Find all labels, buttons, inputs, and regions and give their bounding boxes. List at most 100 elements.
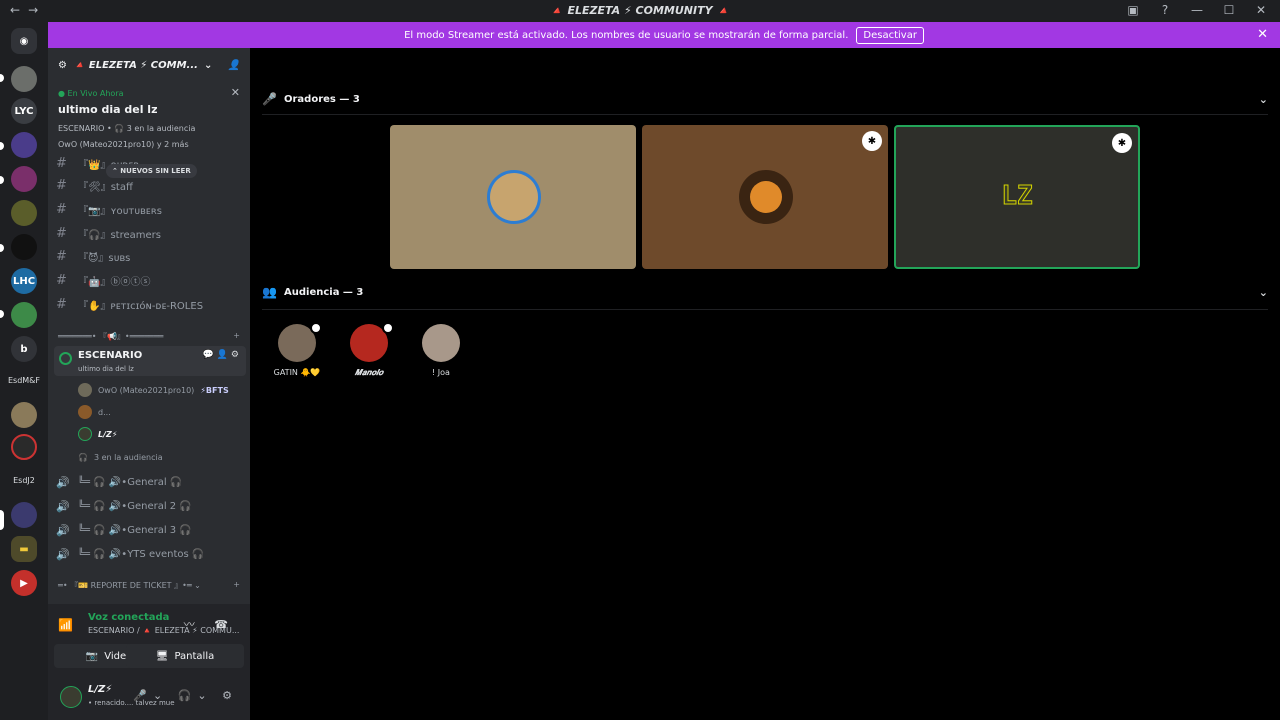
- speaker-tile[interactable]: [390, 125, 636, 269]
- audience-member[interactable]: 𝑴𝒂𝒏𝒐𝒍𝒐: [334, 322, 404, 378]
- moderator-icon: [310, 322, 322, 334]
- avatar: [278, 322, 322, 362]
- avatar[interactable]: [60, 686, 82, 708]
- plus-icon[interactable]: +: [233, 580, 240, 591]
- chevron-down-icon[interactable]: ⌄: [1259, 286, 1268, 299]
- category-header[interactable]: ═══════• 『📢』•═══════ +: [58, 331, 240, 342]
- unread-pill: [0, 74, 4, 82]
- username[interactable]: L/Z⚡: [88, 684, 112, 695]
- avatar: [739, 170, 793, 224]
- fire-avatar-image: [749, 180, 783, 214]
- avatar: [487, 170, 541, 224]
- speaker-tile-active[interactable]: LZ ✱: [894, 125, 1140, 269]
- stage-name: ESCENARIO: [78, 350, 143, 361]
- server-label[interactable]: EsdM&F: [0, 376, 48, 385]
- channel-item[interactable]: # 『🎧』streamers: [56, 222, 246, 244]
- server-icon[interactable]: LYC: [11, 98, 37, 124]
- server-icon[interactable]: [11, 402, 37, 428]
- close-banner-icon[interactable]: ✕: [1257, 27, 1268, 42]
- speaker-icon: 🔊: [56, 523, 70, 537]
- server-icon[interactable]: [11, 234, 37, 260]
- stage-actions[interactable]: 💬👤⚙: [203, 350, 242, 360]
- audience-member[interactable]: GATIN 🐥💛: [262, 322, 332, 377]
- server-icon[interactable]: [11, 502, 37, 528]
- avatar: [350, 322, 394, 362]
- stage-member[interactable]: OwO (Mateo2021pro10) ⚡BFTS: [78, 379, 246, 401]
- hash-icon: #: [56, 225, 67, 241]
- folder-icon[interactable]: ▬: [11, 536, 37, 562]
- channel-item[interactable]: # 『✋』ᴘᴇᴛɪᴄɪóɴ-ᴅᴇ-ROLES: [56, 293, 246, 315]
- server-icon[interactable]: [11, 200, 37, 226]
- live-stage-card[interactable]: ● En Vivo Ahora ultimo dia del lz ESCENA…: [52, 82, 246, 154]
- avatar: [78, 405, 92, 419]
- moderator-icon: ✱: [1112, 133, 1132, 153]
- server-label[interactable]: EsdJ2: [0, 476, 48, 485]
- speaker-icon: 🔊: [56, 499, 70, 513]
- unread-pill: [0, 244, 4, 252]
- server-icon[interactable]: [11, 434, 37, 460]
- disable-streamer-button[interactable]: Desactivar: [856, 26, 924, 44]
- server-icon[interactable]: [11, 66, 37, 92]
- hash-icon: #: [56, 155, 67, 171]
- help-icon[interactable]: ?: [1158, 3, 1172, 17]
- stage-member[interactable]: d...: [78, 401, 246, 423]
- channel-item[interactable]: # 『🛠』staff: [56, 174, 246, 196]
- stage-channel[interactable]: ESCENARIO ultimo dia del lz 💬👤⚙: [54, 346, 246, 376]
- speakers-header[interactable]: 🎤 Oradores — 3 ⌄: [262, 88, 1268, 110]
- discord-home-icon[interactable]: ◉: [11, 28, 37, 54]
- voice-actions[interactable]: 〰 ☎: [184, 616, 236, 632]
- server-icon[interactable]: LHC: [11, 268, 37, 294]
- channel-item[interactable]: # 『😈』ꜱᴜʙꜱ: [56, 245, 246, 267]
- maximize-icon[interactable]: ☐: [1222, 3, 1236, 17]
- hash-icon: #: [56, 177, 67, 193]
- voice-channel[interactable]: 🔊 ╚═ 🎧 🔊•General 🎧: [56, 471, 246, 493]
- live-badge: ● En Vivo Ahora: [58, 89, 124, 98]
- audience-name: 𝑴𝒂𝒏𝒐𝒍𝒐: [354, 368, 384, 377]
- voice-channel[interactable]: 🔊 ╚═ 🎧 🔊•General 2 🎧: [56, 495, 246, 517]
- server-icon[interactable]: [11, 302, 37, 328]
- unread-pill: [0, 142, 4, 150]
- plus-icon[interactable]: +: [233, 331, 240, 342]
- headphones-icon: 🎧: [78, 452, 88, 462]
- hash-icon: #: [56, 248, 67, 264]
- audience-header[interactable]: 👥 Audiencia — 3 ⌄: [262, 281, 1268, 303]
- server-list: ◉ LYC LHC b EsdM&F EsdJ2 ▬ ▶: [0, 22, 48, 720]
- avatar: [422, 324, 460, 362]
- cat-avatar-image: [490, 173, 538, 221]
- stage-icon: [59, 352, 72, 365]
- stage-member[interactable]: L/Z⚡: [78, 423, 246, 445]
- voice-channel[interactable]: 🔊 ╚═ 🎧 🔊•General 3 🎧: [56, 519, 246, 541]
- screen-share-button[interactable]: 🖥 Pantalla: [126, 644, 244, 668]
- audience-count[interactable]: 🎧 3 en la audiencia: [78, 446, 246, 468]
- server-icon[interactable]: [11, 166, 37, 192]
- close-icon[interactable]: ✕: [231, 86, 240, 99]
- inbox-icon[interactable]: ▣: [1126, 3, 1140, 17]
- youtube-server-icon[interactable]: ▶: [11, 570, 37, 596]
- close-window-icon[interactable]: ✕: [1254, 3, 1268, 17]
- user-panel: L/Z⚡ • renacido.... talvez mue 🎤⌄ 🎧⌄ ⚙: [48, 678, 250, 718]
- tile-label: LZ: [1001, 181, 1033, 212]
- voice-status[interactable]: Voz conectada: [88, 612, 169, 623]
- speaker-tile[interactable]: ✱: [642, 125, 888, 269]
- server-icon[interactable]: [11, 132, 37, 158]
- selected-pill: [0, 510, 4, 530]
- audience-member[interactable]: ! Joa: [406, 324, 476, 377]
- microphone-icon: 🎤: [262, 92, 277, 106]
- chevron-down-icon: ⌄: [203, 59, 213, 71]
- chevron-down-icon[interactable]: ⌄: [1259, 93, 1268, 106]
- minimize-icon[interactable]: —: [1190, 3, 1204, 17]
- category-header[interactable]: ═• 『🎫 REPORTE DE TICKET 』•═ ⌄ +: [58, 580, 240, 591]
- server-icon[interactable]: b: [11, 336, 37, 362]
- add-member-icon[interactable]: 👤: [228, 60, 240, 71]
- moderator-icon: [382, 322, 394, 334]
- screen-share-icon: 🖥: [155, 650, 169, 662]
- channel-item[interactable]: # 『📷』ʏᴏᴜᴛᴜʙᴇʀꜱ: [56, 198, 246, 220]
- guild-header[interactable]: ⚙ 🔺 ELEZETA ⚡ COMM... ⌄ 👤: [48, 48, 250, 82]
- stage-view: 🎤 Oradores — 3 ⌄ ✱ LZ ✱ 👥 Audiencia — 3 …: [250, 48, 1280, 720]
- streamer-mode-banner: El modo Streamer está activado. Los nomb…: [48, 22, 1280, 48]
- camera-off-icon: 📷: [85, 650, 99, 662]
- channel-item[interactable]: # 『🤖』ⓑⓞⓣⓢ: [56, 269, 246, 291]
- user-controls[interactable]: 🎤⌄ 🎧⌄ ⚙: [133, 689, 238, 702]
- voice-channel[interactable]: 🔊 ╚═ 🎧 🔊•YTS eventos 🎧: [56, 543, 246, 565]
- live-users: OwO (Mateo2021pro10) y 2 más: [58, 140, 189, 149]
